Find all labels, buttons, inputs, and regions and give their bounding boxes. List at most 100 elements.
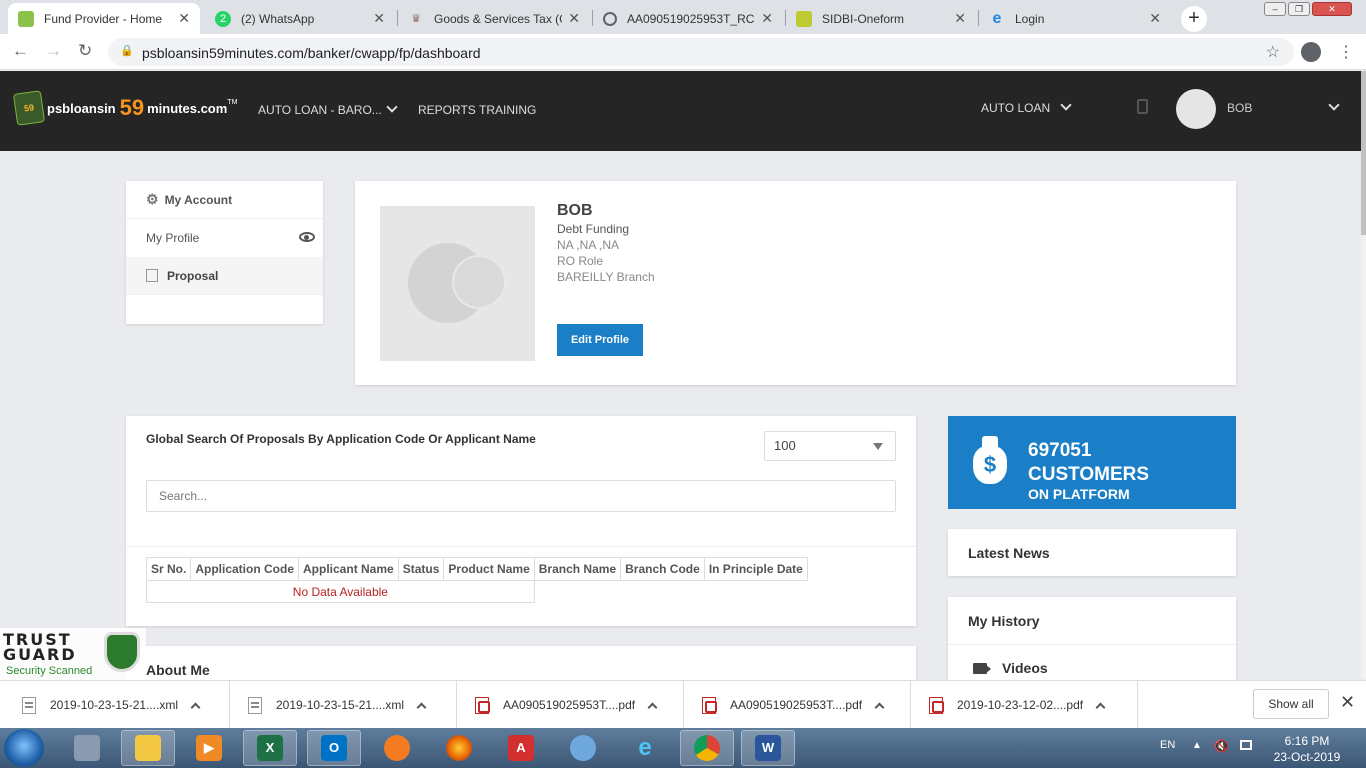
customers-count: 697051 (1028, 440, 1092, 461)
system-clock[interactable]: 6:16 PM 23-Oct-2019 (1272, 733, 1342, 765)
loan-type-dropdown[interactable]: AUTO LOAN - BARO... (258, 101, 398, 117)
avatar[interactable] (1176, 89, 1216, 129)
pdf-file-icon (929, 696, 944, 714)
language-indicator[interactable]: EN (1160, 739, 1175, 751)
close-tab-icon[interactable]: ✕ (954, 10, 966, 27)
taskbar-app-people[interactable] (556, 730, 610, 766)
my-profile-link[interactable]: My Profile (126, 219, 323, 257)
taskbar-app-computer[interactable] (60, 730, 114, 766)
placeholder-circle (452, 255, 506, 309)
taskbar-app-internet-explorer[interactable]: e (618, 730, 672, 766)
close-downloads-icon[interactable]: ✕ (1340, 692, 1355, 713)
firefox-icon (446, 735, 472, 761)
page-size-value: 100 (774, 438, 796, 453)
chevron-up-icon[interactable] (647, 702, 658, 712)
product-dropdown[interactable]: AUTO LOAN (981, 99, 1072, 115)
tab-whatsapp[interactable]: 2 (2) WhatsApp ✕ (205, 3, 395, 34)
taskbar-app-media-player[interactable]: ▶ (182, 730, 236, 766)
taskbar-app-explorer[interactable] (121, 730, 175, 766)
account-menu-card: ⚙ My Account My Profile Proposal (126, 181, 323, 324)
download-item[interactable]: AA090519025953T....pdf (457, 681, 684, 729)
reload-icon[interactable]: ↻ (78, 41, 92, 61)
internet-explorer-icon: e (992, 9, 1002, 27)
xml-file-icon (248, 696, 262, 714)
volume-muted-icon[interactable]: 🔇 (1214, 739, 1229, 753)
close-tab-icon[interactable]: ✕ (1149, 10, 1161, 27)
column-header[interactable]: Branch Code (620, 557, 705, 581)
my-account-header: ⚙ My Account (126, 181, 323, 219)
tab-title: SIDBI-Oneform (822, 11, 905, 26)
reports-link[interactable]: REPORTS (418, 103, 476, 117)
browser-tab-strip: Fund Provider - Home ✕ 2 (2) WhatsApp ✕ … (0, 0, 1366, 34)
close-tab-icon[interactable]: ✕ (178, 10, 190, 27)
column-header[interactable]: Applicant Name (298, 557, 399, 581)
column-header[interactable]: Branch Name (533, 557, 622, 581)
tab-sidbi[interactable]: SIDBI-Oneform ✕ (786, 3, 976, 34)
my-history-title: My History (968, 613, 1040, 629)
taskbar-app-acrobat[interactable]: A (494, 730, 548, 766)
videos-link[interactable]: Videos (1002, 660, 1048, 676)
site-favicon-icon (796, 10, 812, 27)
network-icon[interactable] (1240, 740, 1252, 750)
proposal-label: Proposal (167, 268, 219, 283)
latest-news-title[interactable]: Latest News (968, 545, 1050, 561)
customers-stat-card: $ 697051 CUSTOMERS ON PLATFORM (948, 416, 1236, 509)
chevron-up-icon[interactable] (190, 702, 201, 712)
back-arrow-icon[interactable]: ← (12, 41, 29, 61)
forward-arrow-icon[interactable]: → (45, 41, 62, 61)
windows-start-icon[interactable] (4, 729, 44, 767)
show-all-downloads-button[interactable]: Show all (1253, 689, 1329, 719)
download-item[interactable]: 2019-10-23-15-21....xml (230, 681, 457, 729)
training-link[interactable]: TRAINING (479, 103, 536, 117)
computer-icon (74, 735, 100, 761)
tray-up-arrow-icon[interactable]: ▲ (1192, 740, 1202, 751)
calculator-icon[interactable] (1137, 99, 1148, 114)
taskbar-app-chrome[interactable] (680, 730, 734, 766)
scrollbar-thumb[interactable] (1361, 71, 1366, 235)
edit-profile-button[interactable]: Edit Profile (557, 324, 643, 356)
search-input[interactable] (146, 480, 896, 512)
download-item[interactable]: AA090519025953T....pdf (684, 681, 911, 729)
minimize-icon[interactable]: – (1264, 2, 1286, 16)
download-item[interactable]: 2019-10-23-12-02....pdf (911, 681, 1138, 729)
user-name[interactable]: BOB (1227, 101, 1252, 115)
column-header[interactable]: In Principle Date (703, 557, 808, 581)
proposal-link[interactable]: Proposal (126, 257, 323, 295)
taskbar-app-excel[interactable]: X (243, 730, 297, 766)
taskbar-app-word[interactable]: W (741, 730, 795, 766)
close-tab-icon[interactable]: ✕ (761, 10, 773, 27)
chevron-up-icon[interactable] (416, 702, 427, 712)
tab-gst[interactable]: ♛ Goods & Services Tax (G ✕ (398, 3, 590, 34)
user-menu-chevron-icon[interactable] (1328, 99, 1340, 111)
trust-guard-badge[interactable]: TRUST GUARD Security Scanned (0, 628, 146, 680)
account-icon[interactable] (1301, 42, 1321, 62)
new-tab-button[interactable]: + (1181, 6, 1207, 32)
tab-aa-document[interactable]: AA090519025953T_RC14 ✕ (593, 3, 783, 34)
tab-login[interactable]: e Login ✕ (979, 3, 1171, 34)
site-logo[interactable]: 59 psbloansin 59 minutes.com TM (12, 90, 237, 126)
clock-date: 23-Oct-2019 (1273, 750, 1341, 764)
column-header[interactable]: Application Code (190, 557, 300, 581)
menu-kebab-icon[interactable]: ⋮ (1338, 42, 1354, 62)
profile-branch: BAREILLY Branch (557, 270, 655, 284)
taskbar-app-firefox[interactable] (432, 730, 486, 766)
column-header[interactable]: Product Name (443, 557, 535, 581)
chevron-up-icon[interactable] (874, 702, 885, 712)
bookmark-star-icon[interactable]: ☆ (1266, 42, 1280, 62)
close-tab-icon[interactable]: ✕ (373, 10, 385, 27)
close-tab-icon[interactable]: ✕ (568, 10, 580, 27)
column-header[interactable]: Status (397, 557, 445, 581)
close-window-icon[interactable]: ✕ (1312, 2, 1352, 16)
tab-fund-provider[interactable]: Fund Provider - Home ✕ (8, 3, 200, 34)
list-icon (146, 269, 158, 282)
address-bar[interactable]: 🔒 psbloansin59minutes.com/banker/cwapp/f… (108, 38, 1294, 66)
taskbar-app-outlook[interactable]: O (307, 730, 361, 766)
url-text[interactable]: psbloansin59minutes.com/banker/cwapp/fp/… (142, 45, 481, 61)
column-header[interactable]: Sr No. (145, 557, 192, 581)
download-item[interactable]: 2019-10-23-15-21....xml (0, 681, 230, 729)
page-scrollbar[interactable] (1361, 71, 1366, 679)
maximize-icon[interactable]: ❐ (1288, 2, 1310, 16)
chevron-up-icon[interactable] (1095, 702, 1106, 712)
taskbar-app-uc-browser[interactable] (370, 730, 424, 766)
page-size-select[interactable]: 100 (764, 431, 896, 461)
